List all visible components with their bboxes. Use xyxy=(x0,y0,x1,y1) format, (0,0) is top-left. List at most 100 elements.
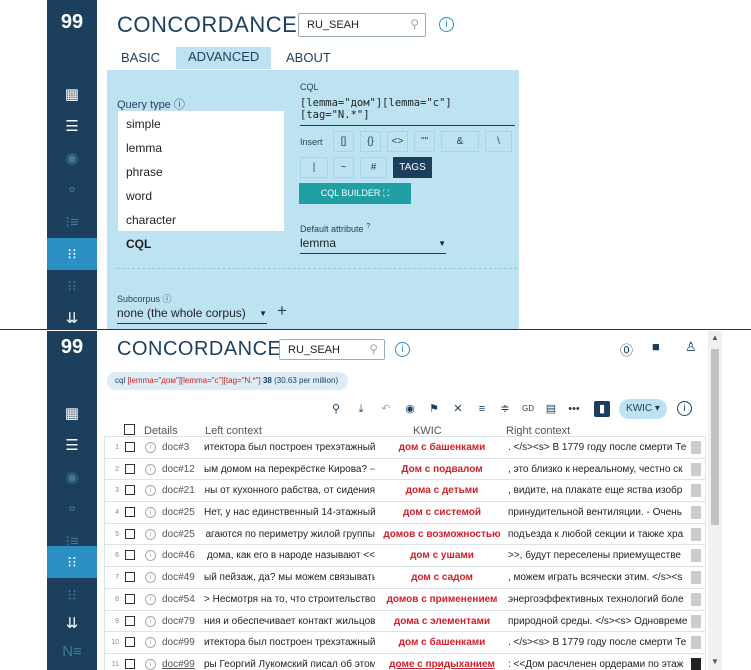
text-icon[interactable]: ▤ xyxy=(543,401,559,417)
info-icon[interactable]: i xyxy=(395,342,410,357)
vertical-scrollbar[interactable]: ▲ ▼ xyxy=(708,331,722,670)
details-icon[interactable]: i xyxy=(145,593,156,605)
query-type-lemma[interactable]: lemma xyxy=(118,135,284,159)
copy-icon[interactable] xyxy=(691,506,701,520)
insert-angle-button[interactable]: <> xyxy=(387,131,408,152)
table-row[interactable]: 9 i doc#79 ния и обеспечивает контакт жильц… xyxy=(104,609,706,633)
default-attribute-select[interactable]: lemma ▼ xyxy=(300,236,446,254)
sort-icon[interactable]: ≡ xyxy=(474,401,490,417)
app-logo-icon[interactable]: 99 xyxy=(47,6,97,38)
row-checkbox[interactable] xyxy=(125,485,135,496)
filter-icon[interactable]: ⚑ xyxy=(426,401,442,417)
view-icon[interactable]: ◉ xyxy=(402,401,418,417)
copy-icon[interactable] xyxy=(691,657,701,670)
doc-id[interactable]: doc#54 xyxy=(162,594,200,605)
details-icon[interactable]: i xyxy=(145,572,156,584)
copy-icon[interactable] xyxy=(691,527,701,541)
view-mode-select[interactable]: KWIC ▾ xyxy=(619,399,667,419)
details-icon[interactable]: i xyxy=(145,463,156,475)
filter-lines-icon[interactable]: ≑ xyxy=(497,401,513,417)
kwic[interactable]: дом с ушами xyxy=(379,550,505,561)
row-checkbox[interactable] xyxy=(125,463,135,474)
details-icon[interactable]: i xyxy=(145,615,156,627)
help-icon[interactable]: ⓘ xyxy=(163,294,172,304)
scrollbar-thumb[interactable] xyxy=(711,349,719,525)
parallel-icon[interactable]: ⁝⁝ xyxy=(47,270,97,302)
copy-icon[interactable] xyxy=(691,592,701,606)
list-icon[interactable]: ☰ xyxy=(47,429,97,461)
table-row[interactable]: 8 i doc#54 > Несмотря на то, что строительс… xyxy=(104,587,706,611)
copy-icon[interactable] xyxy=(691,549,701,563)
add-subcorpus-icon[interactable]: + xyxy=(277,301,287,321)
query-summary[interactable]: cql [lemma="дом"][lemma="с"][tag="N.*"] … xyxy=(107,372,348,390)
insert-brackets-button[interactable]: [] xyxy=(333,131,354,152)
subcorpus-select[interactable]: none (the whole corpus) ▼ xyxy=(117,306,267,324)
zoom-icon[interactable]: ⚲ xyxy=(328,401,344,417)
details-icon[interactable]: i xyxy=(145,442,156,453)
help-icon[interactable]: ? xyxy=(366,221,370,230)
insert-braces-button[interactable]: {} xyxy=(360,131,381,152)
row-checkbox[interactable] xyxy=(125,593,135,604)
insert-tilde-button[interactable]: ~ xyxy=(333,157,354,178)
insert-backslash-button[interactable]: \ xyxy=(485,131,512,152)
kwic[interactable]: дома с детьми xyxy=(379,485,505,496)
circle-icon[interactable]: ◉ xyxy=(47,461,97,493)
kwic[interactable]: дома с элементами xyxy=(379,616,505,627)
info-icon[interactable]: i xyxy=(439,17,454,32)
details-icon[interactable]: i xyxy=(145,658,156,670)
doc-id[interactable]: doc#3 xyxy=(162,442,200,453)
row-checkbox[interactable] xyxy=(125,572,135,583)
table-row[interactable]: 6 i doc#46 дома, как его в народе называют … xyxy=(104,544,706,568)
doc-id[interactable]: doc#46 xyxy=(162,550,200,561)
shuffle-icon[interactable]: ✕ xyxy=(450,401,466,417)
insert-pipe-button[interactable]: | xyxy=(300,157,328,178)
download-icon[interactable]: ⤓ xyxy=(353,401,369,417)
tab-advanced[interactable]: ADVANCED xyxy=(176,47,272,69)
kwic[interactable]: дом с садом xyxy=(379,572,505,583)
copy-icon[interactable] xyxy=(691,462,701,476)
copy-icon[interactable] xyxy=(691,484,701,498)
tab-basic[interactable]: BASIC xyxy=(121,48,160,67)
details-icon[interactable]: i xyxy=(145,637,156,649)
insert-hash-button[interactable]: # xyxy=(360,157,387,178)
copy-icon[interactable] xyxy=(691,571,701,585)
query-type-phrase[interactable]: phrase xyxy=(118,159,284,183)
row-checkbox[interactable] xyxy=(125,658,135,669)
doc-id[interactable]: doc#12 xyxy=(162,464,200,475)
query-type-cql[interactable]: CQL xyxy=(118,231,284,255)
concordance-icon[interactable]: ⁝⁝ xyxy=(47,238,97,270)
corpus-selector[interactable]: RU_SEAH ⚲ xyxy=(279,339,385,360)
chart-icon[interactable]: ▮ xyxy=(594,401,610,417)
query-type-character[interactable]: character xyxy=(118,207,284,231)
list-icon[interactable]: ☰ xyxy=(47,110,97,142)
cql-builder-button[interactable]: CQL BUILDER ⛶ xyxy=(299,183,411,204)
table-row[interactable]: 4 i doc#25 Нет, у нас единственный 14-этажн… xyxy=(104,501,706,524)
doc-id[interactable]: doc#49 xyxy=(162,572,200,583)
scroll-up-icon[interactable]: ▲ xyxy=(711,333,719,342)
kwic[interactable]: Дом с подвалом xyxy=(379,464,505,475)
kwic[interactable]: дом с башенками xyxy=(379,442,505,453)
kwic[interactable]: домов с применением xyxy=(379,594,505,605)
details-icon[interactable]: i xyxy=(145,485,156,497)
details-icon[interactable]: i xyxy=(145,507,156,519)
table-row[interactable]: 10 i doc#99 итектора был построен трехэтажн… xyxy=(104,631,706,654)
row-checkbox[interactable] xyxy=(125,637,135,648)
kwic[interactable]: домов с возможностью xyxy=(379,529,505,540)
copy-icon[interactable] xyxy=(691,614,701,628)
details-icon[interactable]: i xyxy=(145,528,156,540)
wordlist-icon[interactable]: ⁝≡ xyxy=(47,206,97,238)
search-icon[interactable]: ⚲ xyxy=(410,17,419,31)
insert-quotes-button[interactable]: "" xyxy=(414,131,435,152)
doc-id[interactable]: doc#79 xyxy=(162,616,200,627)
insert-and-button[interactable]: & xyxy=(441,131,479,152)
copy-icon[interactable] xyxy=(691,441,701,454)
kwic[interactable]: доме с придыханием xyxy=(379,659,505,670)
user-icon[interactable]: ♙ xyxy=(685,339,697,355)
ngrams-icon[interactable]: N≡ xyxy=(47,635,97,667)
doc-id[interactable]: doc#25 xyxy=(162,507,200,518)
row-checkbox[interactable] xyxy=(125,550,135,561)
concordance-icon[interactable]: ⁝⁝ xyxy=(47,546,97,578)
app-logo-icon[interactable]: 99 xyxy=(47,331,97,363)
kwic[interactable]: дом с башенками xyxy=(379,637,505,648)
table-row[interactable]: 1 i doc#3 итектора был построен трехэтажный… xyxy=(104,436,706,459)
